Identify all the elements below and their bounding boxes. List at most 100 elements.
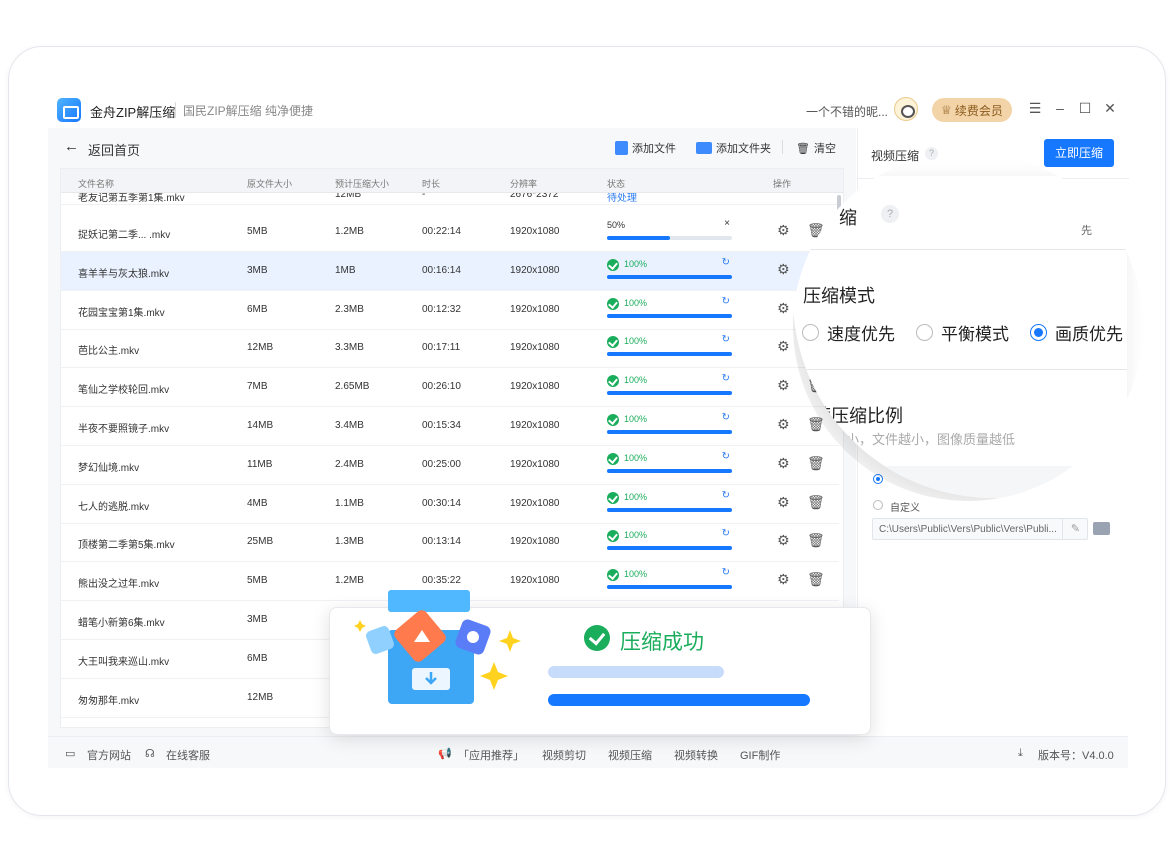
close-icon[interactable]: ✕ (1101, 100, 1119, 117)
status-progress: 100% ↻ (607, 451, 732, 481)
headset-icon: ☊ (145, 748, 155, 760)
check-circle-icon (607, 491, 619, 504)
retry-icon[interactable]: ↻ (722, 528, 730, 539)
option-partial: 先 (1081, 225, 1092, 237)
open-folder-icon[interactable] (1093, 522, 1110, 535)
website-link[interactable]: 官方网站 (87, 747, 131, 763)
check-circle-icon (607, 297, 619, 310)
avatar[interactable] (894, 97, 918, 121)
progress-track (607, 274, 732, 279)
status-progress: 100% ↻ (607, 412, 732, 442)
settings-icon[interactable]: ⚙ (777, 338, 790, 355)
cell-est: 3.4MB (335, 420, 364, 431)
table-row[interactable]: 喜羊羊与灰太狼.mkv 3MB 1MB 00:16:14 1920x1080 100% ↻ ⚙… (61, 251, 839, 291)
add-folder-button[interactable]: 添加文件夹 (696, 140, 771, 156)
radio-custom-path[interactable] (873, 500, 883, 510)
cell-size: 4MB (247, 497, 268, 509)
cell-size: 12MB (247, 342, 274, 354)
help-icon[interactable]: ? (925, 147, 938, 160)
table-row[interactable]: 芭比公主.mkv 12MB 3.3MB 00:17:11 1920x1080 100% ↻ ⚙… (61, 329, 839, 369)
mode-title: 压缩模式 (803, 286, 875, 306)
vip-renew-button[interactable]: ♕ 续费会员 (932, 98, 1012, 122)
cell-est: 2.3MB (335, 303, 364, 315)
retry-icon[interactable]: ↻ (722, 567, 730, 578)
user-nickname[interactable]: 一个不错的昵... (806, 103, 888, 120)
add-file-button[interactable]: 添加文件 (615, 140, 676, 156)
retry-icon[interactable]: ↻ (722, 334, 730, 345)
delete-icon[interactable]: 🗑 (807, 571, 825, 588)
cell-est: 1.1MB (335, 497, 364, 509)
retry-icon[interactable]: ↻ (722, 412, 730, 423)
progress-track (607, 430, 732, 434)
status-percent: 100% (624, 375, 648, 386)
status-progress: 100% ↻ (607, 490, 732, 520)
cell-duration: 00:30:14 (422, 497, 461, 509)
megaphone-icon: 📢 (438, 748, 452, 760)
radio-quality[interactable] (1030, 324, 1047, 341)
settings-icon[interactable]: ⚙ (777, 532, 790, 549)
cell-duration: 00:26:10 (422, 381, 461, 393)
settings-icon[interactable]: ⚙ (777, 494, 790, 511)
compress-box-illustration-icon (354, 590, 521, 704)
mode-speed-option[interactable]: 速度优先 (802, 320, 895, 345)
cell-est: 1.2MB (335, 226, 364, 237)
table-row[interactable]: 花园宝宝第1集.mkv 6MB 2.3MB 00:12:32 1920x1080 100%… (61, 291, 839, 330)
retry-icon[interactable]: ↻ (722, 296, 730, 307)
settings-icon[interactable]: ⚙ (777, 300, 790, 317)
check-circle-icon (607, 258, 619, 271)
cell-est: 1MB (335, 264, 356, 276)
cell-name: 七人的逃脱.mkv (78, 501, 150, 513)
edit-path-icon[interactable]: ✎ (1062, 519, 1088, 539)
settings-icon[interactable]: ⚙ (777, 261, 790, 278)
link-video-convert[interactable]: 视频转换 (674, 747, 718, 763)
back-arrow-icon[interactable]: ← (64, 138, 79, 155)
table-row[interactable]: 捉妖记第二季... .mkv 5MB 1.2MB 00:22:14 1920x1080 5… (61, 213, 839, 252)
cell-name: 大王叫我来巡山.mkv (78, 656, 170, 668)
settings-icon[interactable]: ⚙ (777, 571, 790, 588)
custom-path-label: 自定义 (890, 503, 920, 514)
minimize-icon[interactable]: – (1051, 100, 1069, 116)
settings-icon[interactable]: ⚙ (777, 416, 790, 433)
cell-name: 顶楼第二季第5集.mkv (78, 540, 175, 552)
settings-icon[interactable]: ⚙ (777, 455, 790, 472)
radio-speed[interactable] (802, 324, 819, 341)
compress-now-button[interactable]: 立即压缩 (1044, 139, 1114, 167)
retry-icon[interactable]: ↻ (722, 373, 730, 384)
clear-button[interactable]: 🗑 清空 (796, 140, 836, 156)
cell-duration: 00:22:14 (422, 226, 461, 237)
app-name: 金舟ZIP解压缩 (90, 105, 176, 120)
cell-est: 2.65MB (335, 381, 370, 393)
link-video-cut[interactable]: 视频剪切 (542, 747, 586, 763)
table-row[interactable]: 梦幻仙境.mkv 11MB 2.4MB 00:25:00 1920x1080 100% ↻ ⚙… (61, 446, 839, 485)
maximize-icon[interactable]: ☐ (1076, 100, 1094, 117)
link-video-compress[interactable]: 视频压缩 (608, 747, 652, 763)
delete-icon[interactable]: 🗑 (807, 494, 825, 511)
output-path-field[interactable]: C:\Users\Public\Vers\Public\Vers\Publi..… (872, 518, 1088, 540)
settings-icon[interactable]: ⚙ (777, 222, 790, 239)
progress-track (607, 352, 732, 357)
support-link[interactable]: 在线客服 (166, 747, 210, 763)
help-icon[interactable]: ? (881, 205, 899, 223)
cancel-icon[interactable]: × (724, 218, 730, 229)
cell-resolution: 1920x1080 (510, 264, 560, 276)
table-row[interactable]: 半夜不要照镜子.mkv 14MB 3.4MB 00:15:34 1920x1080 100… (61, 407, 839, 446)
back-home-link[interactable]: 返回首页 (88, 140, 140, 159)
delete-icon[interactable]: 🗑 (807, 532, 825, 549)
cell-est: 1.2MB (335, 575, 364, 587)
delete-icon[interactable]: 🗑 (807, 455, 825, 472)
mode-quality-option[interactable]: 画质优先 (1030, 320, 1123, 345)
table-row[interactable]: 七人的逃脱.mkv 4MB 1.1MB 00:30:14 1920x1080 100% ↻ ⚙… (61, 485, 839, 524)
cell-resolution: 1920x1080 (510, 575, 560, 587)
retry-icon[interactable]: ↻ (722, 490, 730, 501)
menu-icon[interactable]: ☰ (1026, 100, 1044, 117)
settings-icon[interactable]: ⚙ (777, 377, 790, 394)
link-gif[interactable]: GIF制作 (740, 747, 780, 763)
retry-icon[interactable]: ↻ (722, 257, 730, 268)
retry-icon[interactable]: ↻ (722, 451, 730, 462)
radio-balance[interactable] (916, 324, 933, 341)
cell-resolution: 1920x1080 (510, 497, 560, 509)
cell-duration: 00:15:34 (422, 420, 461, 431)
table-row[interactable]: 顶楼第二季第5集.mkv 25MB 1.3MB 00:13:14 1920x1080 10… (61, 523, 839, 563)
table-row[interactable]: 笔仙之学校轮回.mkv 7MB 2.65MB 00:26:10 1920x1080 100… (61, 368, 839, 408)
mode-balance-option[interactable]: 平衡模式 (916, 320, 1009, 345)
